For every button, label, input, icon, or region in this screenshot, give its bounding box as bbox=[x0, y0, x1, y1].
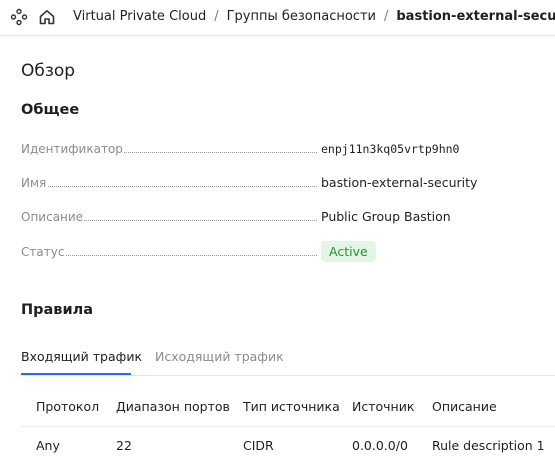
cell-port-range: 22 bbox=[116, 438, 132, 453]
general-title: Общее bbox=[21, 102, 80, 118]
field-description-row: Описание bbox=[21, 208, 321, 226]
breadcrumb-separator: / bbox=[383, 9, 389, 24]
dotted-leader bbox=[21, 186, 317, 187]
cell-description: Rule description 1 bbox=[432, 438, 545, 453]
column-header-source: Источник bbox=[352, 399, 415, 414]
apps-grid-icon[interactable] bbox=[10, 8, 28, 26]
tab-egress[interactable]: Исходящий трафик bbox=[155, 349, 284, 364]
breadcrumb-vpc[interactable]: Virtual Private Cloud bbox=[73, 9, 206, 24]
top-bar: Virtual Private Cloud / Группы безопасност… bbox=[0, 0, 555, 36]
column-header-protocol: Протокол bbox=[36, 399, 100, 414]
tabs-divider bbox=[21, 375, 555, 376]
field-status-label: Статус bbox=[21, 245, 66, 259]
field-name-row: Имя bbox=[21, 174, 321, 192]
header-divider bbox=[21, 426, 555, 427]
cell-protocol: Any bbox=[36, 438, 60, 453]
breadcrumb-separator: / bbox=[214, 9, 219, 24]
tab-ingress[interactable]: Входящий трафик bbox=[21, 349, 142, 364]
field-id-row: Идентификатор bbox=[21, 140, 321, 158]
field-description-label: Описание bbox=[21, 210, 85, 224]
cell-source: 0.0.0.0/0 bbox=[352, 438, 408, 453]
home-icon[interactable] bbox=[38, 8, 56, 26]
breadcrumb-security-groups[interactable]: Группы безопасности bbox=[227, 9, 376, 24]
field-status-row: Статус bbox=[21, 243, 321, 261]
field-id-value: enpj11n3kq05vrtp9hn0 bbox=[321, 142, 460, 156]
column-header-port-range: Диапазон портов bbox=[116, 399, 230, 414]
status-badge: Active bbox=[321, 241, 376, 262]
field-name-value: bastion-external-security bbox=[321, 175, 478, 190]
column-header-source-type: Тип источника bbox=[243, 399, 340, 414]
overview-title: Обзор bbox=[21, 61, 76, 81]
breadcrumb-current: bastion-external-security bbox=[396, 9, 555, 24]
column-header-description: Описание bbox=[432, 399, 497, 414]
rules-title: Правила bbox=[21, 302, 94, 318]
cell-source-type: CIDR bbox=[243, 438, 274, 453]
field-description-value: Public Group Bastion bbox=[321, 209, 451, 224]
field-name-label: Имя bbox=[21, 176, 48, 190]
field-id-label: Идентификатор bbox=[21, 142, 124, 156]
breadcrumb: Virtual Private Cloud / Группы безопасност… bbox=[73, 9, 555, 24]
